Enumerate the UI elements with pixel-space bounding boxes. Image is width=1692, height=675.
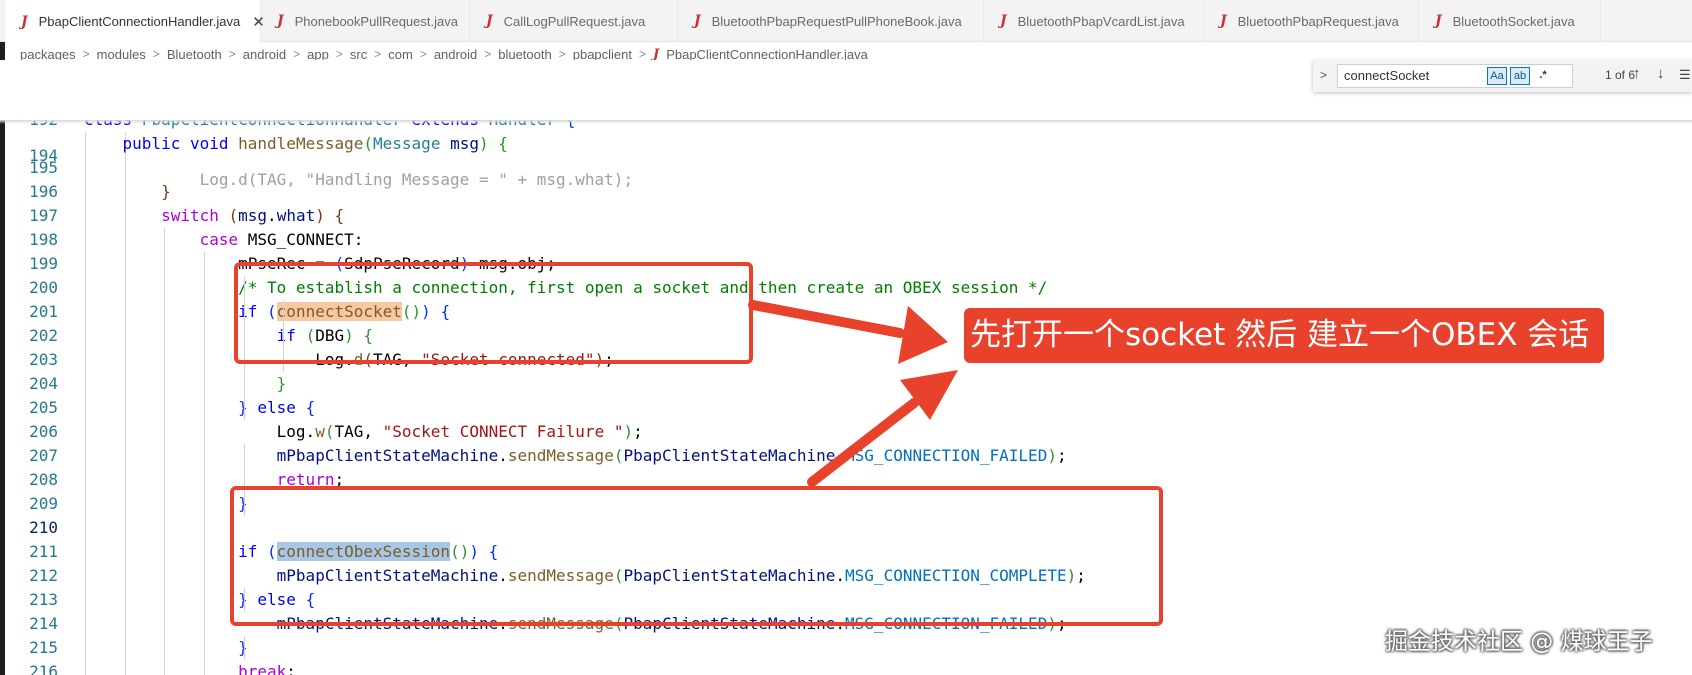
find-widget: > connectSocket Aa ab .* 1 of 6 ↑ ↓ ☰ [1313,60,1692,92]
expand-replace-toggle[interactable]: > [1320,68,1327,82]
watermark: 掘金技术社区 @ 煤球王子 [1385,629,1653,655]
arrow-right-icon [748,300,948,364]
use-regex-button[interactable]: .* [1533,67,1553,85]
arrow-up-right-icon [807,370,958,487]
arrow-down-icon[interactable]: ↓ [1657,65,1665,82]
find-menu-icon[interactable]: ☰ [1679,67,1691,83]
arrow-up-icon[interactable]: ↑ [1633,65,1641,82]
match-count: 1 of 6 [1605,68,1636,82]
match-whole-word-button[interactable]: ab [1510,67,1530,85]
match-case-button[interactable]: Aa [1487,67,1507,85]
annotation-callout: 先打开一个socket 然后 建立一个OBEX 会话 [964,308,1604,363]
